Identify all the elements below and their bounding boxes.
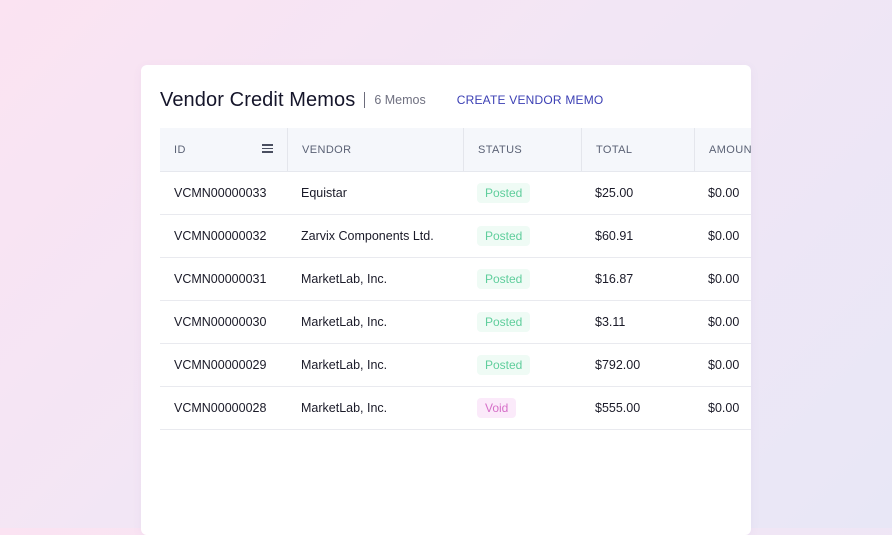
page-title: Vendor Credit Memos	[160, 88, 356, 111]
column-header-label: VENDOR	[302, 143, 352, 156]
memo-id-cell: VCMN00000032	[174, 229, 267, 243]
memo-id-cell: VCMN00000031	[174, 272, 267, 286]
column-header-id[interactable]: ID	[160, 128, 287, 171]
status-cell: Posted	[463, 183, 581, 203]
memo-id-cell: VCMN00000030	[174, 315, 267, 329]
table-row[interactable]: VCMN00000028 MarketLab, Inc. Void $555.0…	[160, 387, 751, 430]
status-badge: Posted	[477, 226, 531, 246]
table-row[interactable]: VCMN00000031 MarketLab, Inc. Posted $16.…	[160, 258, 751, 301]
memos-table: ID VENDOR STATUS TOTAL AMOUNT VCMN000000…	[160, 128, 751, 430]
amount-cell: $0.00	[708, 358, 740, 372]
total-cell: $16.87	[595, 272, 634, 286]
column-header-label: ID	[174, 143, 186, 156]
amount-cell: $0.00	[708, 186, 740, 200]
column-header-status[interactable]: STATUS	[463, 128, 581, 171]
vendor-cell: MarketLab, Inc.	[301, 401, 388, 415]
table-row[interactable]: VCMN00000033 Equistar Posted $25.00 $0.0…	[160, 172, 751, 215]
status-badge: Posted	[477, 355, 531, 375]
card-header: Vendor Credit Memos 6 Memos CREATE VENDO…	[160, 85, 751, 115]
status-cell: Posted	[463, 355, 581, 375]
total-cell: $25.00	[595, 186, 634, 200]
table-header: ID VENDOR STATUS TOTAL AMOUNT	[160, 128, 751, 172]
table-row[interactable]: VCMN00000029 MarketLab, Inc. Posted $792…	[160, 344, 751, 387]
memo-id-cell: VCMN00000028	[174, 401, 267, 415]
status-cell: Posted	[463, 269, 581, 289]
column-header-vendor[interactable]: VENDOR	[287, 128, 463, 171]
total-cell: $792.00	[595, 358, 641, 372]
column-header-label: STATUS	[478, 143, 523, 156]
menu-icon[interactable]	[262, 144, 273, 153]
memo-id-cell: VCMN00000033	[174, 186, 267, 200]
memo-id-cell: VCMN00000029	[174, 358, 267, 372]
vendor-cell: MarketLab, Inc.	[301, 358, 388, 372]
amount-cell: $0.00	[708, 229, 740, 243]
vendor-cell: Zarvix Components Ltd.	[301, 229, 434, 243]
table-row[interactable]: VCMN00000032 Zarvix Components Ltd. Post…	[160, 215, 751, 258]
column-header-amount[interactable]: AMOUNT	[694, 128, 751, 171]
total-cell: $3.11	[595, 315, 626, 329]
amount-cell: $0.00	[708, 272, 740, 286]
total-cell: $555.00	[595, 401, 641, 415]
status-cell: Posted	[463, 312, 581, 332]
total-cell: $60.91	[595, 229, 634, 243]
status-cell: Posted	[463, 226, 581, 246]
create-vendor-memo-button[interactable]: CREATE VENDOR MEMO	[457, 93, 604, 107]
memo-count: 6 Memos	[374, 93, 426, 107]
vendor-credit-memos-card: Vendor Credit Memos 6 Memos CREATE VENDO…	[141, 65, 751, 535]
column-header-total[interactable]: TOTAL	[581, 128, 694, 171]
column-header-label: TOTAL	[596, 143, 633, 156]
status-badge: Posted	[477, 269, 531, 289]
status-badge: Posted	[477, 312, 531, 332]
vendor-cell: MarketLab, Inc.	[301, 315, 388, 329]
table-row[interactable]: VCMN00000030 MarketLab, Inc. Posted $3.1…	[160, 301, 751, 344]
column-header-label: AMOUNT	[709, 143, 751, 156]
vendor-cell: Equistar	[301, 186, 347, 200]
title-divider	[364, 92, 366, 108]
status-badge: Posted	[477, 183, 531, 203]
amount-cell: $0.00	[708, 315, 740, 329]
amount-cell: $0.00	[708, 401, 740, 415]
status-badge: Void	[477, 398, 517, 418]
vendor-cell: MarketLab, Inc.	[301, 272, 388, 286]
status-cell: Void	[463, 398, 581, 418]
